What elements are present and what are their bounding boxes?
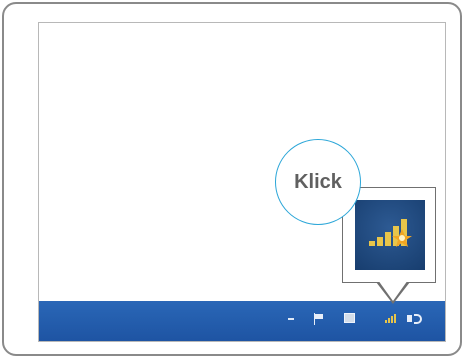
- network-monitor-icon[interactable]: [344, 313, 355, 323]
- click-badge: Klick: [275, 139, 361, 225]
- action-center-flag-icon[interactable]: [313, 313, 325, 325]
- illustration-frame: Klick: [2, 2, 462, 356]
- wifi-warning-icon[interactable]: [385, 314, 396, 323]
- zoomed-wifi-icon: [355, 200, 425, 270]
- show-hidden-icons-arrow[interactable]: [288, 318, 294, 320]
- callout-pointer-fill: [378, 280, 408, 301]
- volume-icon[interactable]: [407, 312, 423, 326]
- taskbar: [39, 301, 445, 341]
- click-label: Klick: [294, 170, 342, 193]
